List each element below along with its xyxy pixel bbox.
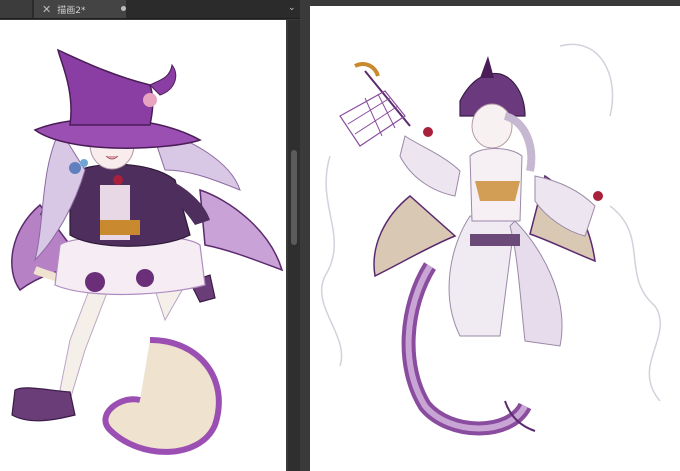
witch-character-illustration [11, 48, 284, 455]
dragon-character-sketch [320, 43, 661, 436]
scrollbar-thumb[interactable] [291, 150, 297, 245]
tab-drawing-2[interactable]: ✕ 描画2* [34, 0, 126, 18]
canvas-left[interactable] [0, 20, 286, 471]
panel-divider [300, 0, 310, 471]
unsaved-dot-icon [121, 6, 126, 11]
chevron-down-icon[interactable]: ⌄ [288, 3, 296, 13]
canvas-right [310, 6, 680, 471]
vertical-scrollbar[interactable] [288, 20, 300, 471]
tab-label: 描画2* [57, 5, 86, 16]
tab-previous[interactable] [0, 0, 32, 18]
document-tab-bar: ✕ 描画2* ⌄ [0, 0, 300, 19]
close-icon[interactable]: ✕ [42, 3, 51, 16]
